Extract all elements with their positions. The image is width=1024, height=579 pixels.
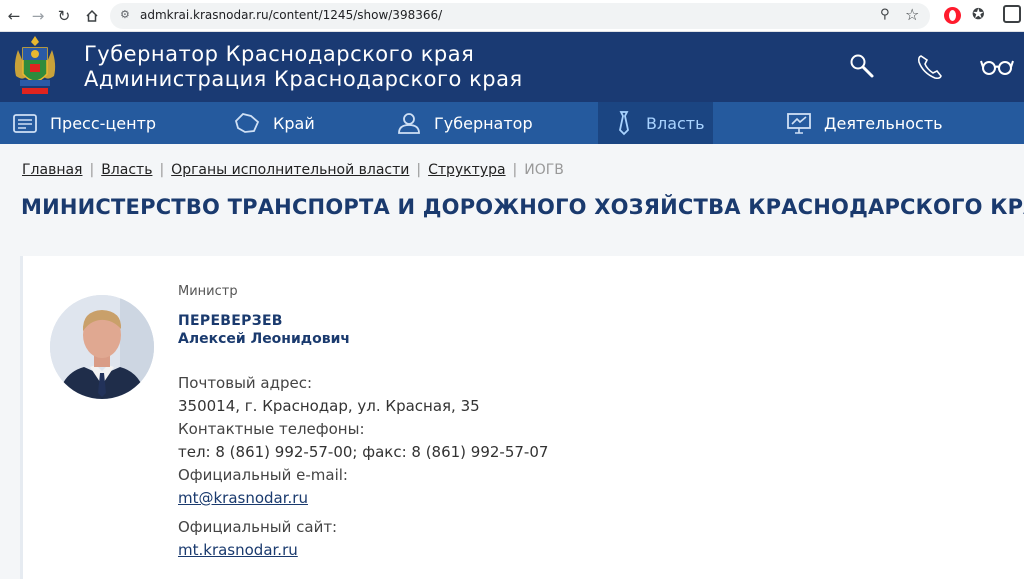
site-link[interactable]: mt.krasnodar.ru [178, 541, 298, 559]
minister-card [20, 256, 1024, 579]
home-icon[interactable] [80, 4, 104, 28]
header-title-administration[interactable]: Администрация Краснодарского края [84, 67, 523, 91]
person-role: Министр [178, 284, 238, 299]
sidebar-icon[interactable] [1003, 5, 1021, 23]
breadcrumb-separator: | [416, 162, 422, 178]
nav-item-label: Пресс-центр [50, 113, 157, 133]
main-navigation: Пресс-центр Край Губернатор Власть Деяте… [0, 102, 1024, 144]
avatar [50, 295, 154, 399]
bookmark-star-icon[interactable]: ☆ [905, 5, 919, 24]
person-given-names: Алексей Леонидович [178, 331, 350, 347]
nav-item-label: Деятельность [824, 113, 943, 133]
reload-icon[interactable]: ↻ [52, 4, 76, 28]
breadcrumb-link-executive-bodies[interactable]: Органы исполнительной власти [171, 162, 409, 178]
breadcrumb-link-structure[interactable]: Структура [428, 162, 505, 178]
site-header: Губернатор Краснодарского края Администр… [0, 32, 1024, 102]
person-surname: ПЕРЕВЕРЗЕВ [178, 313, 283, 329]
press-icon [13, 114, 37, 133]
nav-item-activity[interactable]: Деятельность [786, 102, 986, 144]
nav-item-authority[interactable]: Власть [598, 102, 713, 144]
phones-label: Контактные телефоны: [178, 420, 365, 438]
address-label: Почтовый адрес: [178, 374, 313, 392]
breadcrumb-current: ИОГВ [524, 162, 564, 178]
nav-item-region[interactable]: Край [233, 102, 383, 144]
back-icon[interactable]: ← [2, 4, 26, 28]
zoom-icon[interactable]: ⚲ [880, 7, 890, 22]
phones-value: тел: 8 (861) 992-57-00; факс: 8 (861) 99… [178, 443, 549, 461]
breadcrumb-separator: | [89, 162, 95, 178]
nav-item-label: Край [273, 113, 315, 133]
breadcrumb-separator: | [159, 162, 165, 178]
breadcrumb-link-home[interactable]: Главная [22, 162, 82, 178]
search-icon[interactable] [848, 52, 878, 82]
forward-icon[interactable]: → [26, 4, 50, 28]
presentation-icon [787, 113, 811, 134]
coat-of-arms-logo[interactable] [10, 34, 60, 100]
card-accent-bar [20, 256, 23, 579]
nav-item-label: Губернатор [434, 113, 533, 133]
region-icon [234, 113, 260, 133]
nav-item-governor[interactable]: Губернатор [396, 102, 596, 144]
nav-item-label: Власть [646, 113, 705, 133]
email-link[interactable]: mt@krasnodar.ru [178, 489, 308, 507]
address-bar[interactable]: ⚙ admkrai.krasnodar.ru/content/1245/show… [110, 3, 930, 29]
breadcrumb-separator: | [512, 162, 518, 178]
nav-item-press-center[interactable]: Пресс-центр [12, 102, 212, 144]
page-title: МИНИСТЕРСТВО ТРАНСПОРТА И ДОРОЖНОГО ХОЗЯ… [21, 195, 1024, 219]
url-text: admkrai.krasnodar.ru/content/1245/show/3… [140, 8, 443, 22]
address-value: 350014, г. Краснодар, ул. Красная, 35 [178, 397, 480, 415]
governor-icon [398, 113, 420, 134]
extensions-icon[interactable]: ✪ [972, 5, 985, 23]
opera-icon[interactable] [944, 7, 961, 24]
phone-icon[interactable] [915, 52, 945, 82]
site-label: Официальный сайт: [178, 518, 338, 536]
breadcrumb: Главная | Власть | Органы исполнительной… [22, 162, 564, 178]
email-label: Официальный e-mail: [178, 466, 348, 484]
browser-toolbar: ← → ↻ ⚙ admkrai.krasnodar.ru/content/124… [0, 0, 1024, 32]
accessibility-glasses-icon[interactable] [980, 52, 1014, 82]
header-title-governor[interactable]: Губернатор Краснодарского края [84, 42, 474, 66]
breadcrumb-link-authority[interactable]: Власть [101, 162, 152, 178]
site-settings-icon[interactable]: ⚙ [120, 8, 130, 21]
tie-icon [619, 111, 629, 136]
